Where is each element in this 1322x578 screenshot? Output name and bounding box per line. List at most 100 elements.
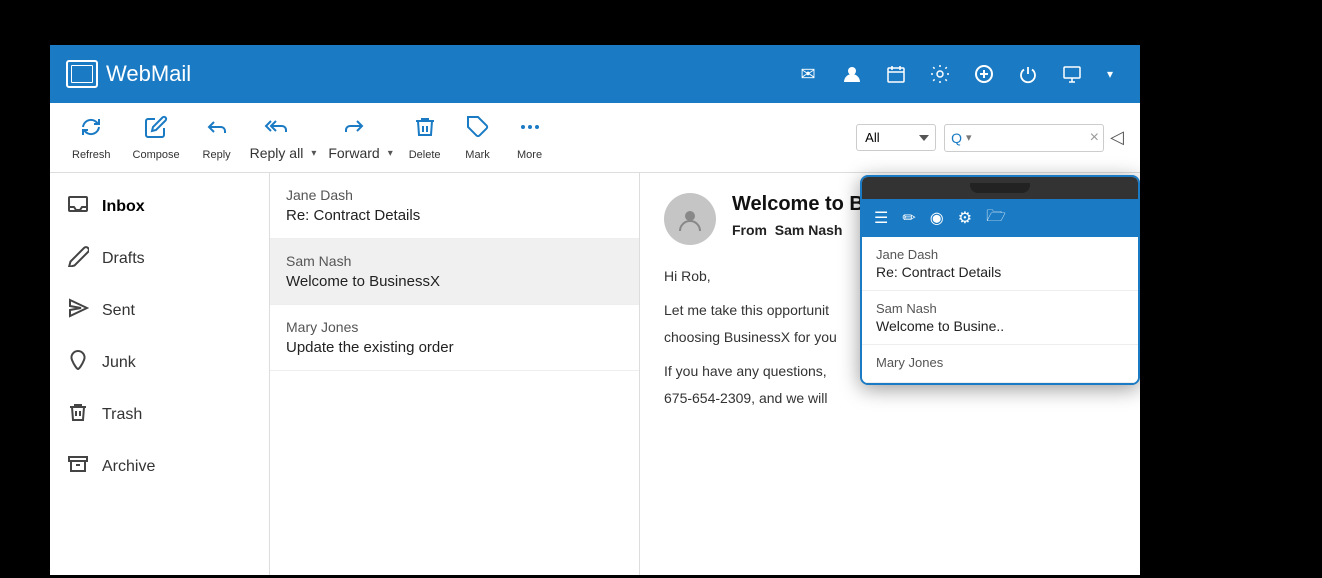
mobile-compose-icon[interactable]: ✏	[902, 208, 915, 228]
sidebar-drafts-label: Drafts	[102, 250, 145, 268]
mark-icon	[466, 115, 490, 145]
trash-icon	[66, 401, 90, 429]
device-notch	[970, 183, 1030, 193]
archive-icon	[66, 453, 90, 481]
mobile-sender-1: Jane Dash	[876, 247, 1124, 262]
mark-label: Mark	[465, 149, 489, 161]
mobile-menu-icon[interactable]: ☰	[874, 208, 888, 228]
email-item-1[interactable]: Jane Dash Re: Contract Details	[270, 173, 639, 239]
mobile-email-list: Jane Dash Re: Contract Details Sam Nash …	[862, 237, 1138, 383]
device-frame-top	[862, 177, 1138, 199]
mobile-email-item-1[interactable]: Jane Dash Re: Contract Details	[862, 237, 1138, 291]
mobile-overlay: ☰ ✏ ◉ ⚙ 🗁 Jane Dash Re: Contract Details…	[860, 175, 1140, 385]
forward-label: Forward	[328, 145, 379, 161]
mobile-view-icon[interactable]: ◉	[930, 208, 944, 228]
compose-button[interactable]: Compose	[123, 109, 190, 167]
refresh-icon	[79, 115, 103, 145]
mobile-email-item-2[interactable]: Sam Nash Welcome to Busine..	[862, 291, 1138, 345]
from-name: Sam Nash	[775, 222, 843, 238]
logo-icon	[66, 60, 98, 88]
from-label: From	[732, 222, 767, 238]
reply-all-label: Reply all	[250, 145, 304, 161]
app-title: WebMail	[106, 61, 191, 87]
forward-icon	[342, 114, 366, 141]
reply-button[interactable]: Reply	[192, 109, 242, 167]
sidebar-item-trash[interactable]: Trash	[50, 389, 269, 441]
nav-settings-btn[interactable]	[920, 54, 960, 94]
delete-label: Delete	[409, 149, 441, 161]
reply-all-arrow[interactable]: ▾	[309, 108, 320, 167]
more-button[interactable]: More	[505, 109, 555, 167]
toolbar-collapse-btn[interactable]: ◁	[1106, 123, 1128, 152]
refresh-label: Refresh	[72, 149, 111, 161]
forward-button[interactable]: Forward ▾	[322, 108, 396, 167]
delete-icon	[413, 115, 437, 145]
junk-icon	[66, 349, 90, 377]
sidebar-sent-label: Sent	[102, 302, 135, 320]
sidebar-item-drafts[interactable]: Drafts	[50, 233, 269, 285]
toolbar: Refresh Compose Reply Reply all ▾	[50, 103, 1140, 173]
nav-display-btn[interactable]	[1052, 54, 1092, 94]
sidebar-item-sent[interactable]: Sent	[50, 285, 269, 337]
refresh-button[interactable]: Refresh	[62, 109, 121, 167]
nav-mail-btn[interactable]: ✉	[788, 54, 828, 94]
compose-icon	[144, 115, 168, 145]
sidebar-item-archive[interactable]: Archive	[50, 441, 269, 493]
sidebar-junk-label: Junk	[102, 354, 136, 372]
search-icon[interactable]: Q	[951, 130, 962, 146]
reply-all-icon	[264, 114, 288, 141]
compose-label: Compose	[133, 149, 180, 161]
delete-button[interactable]: Delete	[399, 109, 451, 167]
top-nav: ✉ ▾	[788, 54, 1124, 94]
nav-dropdown-btn[interactable]: ▾	[1096, 54, 1124, 94]
email-item-2[interactable]: Sam Nash Welcome to BusinessX	[270, 239, 639, 305]
app-container: WebMail ✉ ▾	[50, 45, 1140, 575]
email-subject-3: Update the existing order	[286, 339, 623, 356]
nav-power-btn[interactable]	[1008, 54, 1048, 94]
reply-icon	[205, 115, 229, 145]
mobile-subject-2: Welcome to Busine..	[876, 318, 1124, 334]
email-item-3[interactable]: Mary Jones Update the existing order	[270, 305, 639, 371]
mobile-sender-3: Mary Jones	[876, 355, 1124, 370]
sidebar: Inbox Drafts Sent Junk	[50, 173, 270, 575]
email-subject-2: Welcome to BusinessX	[286, 273, 623, 290]
search-box: Q ▾ ×	[944, 124, 1104, 152]
more-label: More	[517, 149, 542, 161]
inbox-icon	[66, 193, 90, 221]
search-dropdown-icon[interactable]: ▾	[966, 131, 972, 144]
sidebar-trash-label: Trash	[102, 406, 142, 424]
avatar	[664, 193, 716, 245]
search-clear-button[interactable]: ×	[1090, 129, 1099, 147]
mobile-email-item-3[interactable]: Mary Jones	[862, 345, 1138, 383]
sent-icon	[66, 297, 90, 325]
sidebar-item-junk[interactable]: Junk	[50, 337, 269, 389]
reply-label: Reply	[203, 149, 231, 161]
sidebar-archive-label: Archive	[102, 458, 155, 476]
email-subject-1: Re: Contract Details	[286, 207, 623, 224]
mobile-subject-1: Re: Contract Details	[876, 264, 1124, 280]
drafts-icon	[66, 245, 90, 273]
mark-button[interactable]: Mark	[453, 109, 503, 167]
nav-contacts-btn[interactable]	[832, 54, 872, 94]
filter-select[interactable]: All Unread Flagged	[856, 124, 936, 151]
forward-arrow[interactable]: ▾	[386, 108, 397, 167]
email-sender-3: Mary Jones	[286, 319, 623, 335]
email-body-4: 675-654-2309, and we will	[664, 387, 1116, 409]
nav-calendar-btn[interactable]	[876, 54, 916, 94]
top-bar: WebMail ✉ ▾	[50, 45, 1140, 103]
more-icon	[518, 115, 542, 145]
nav-add-btn[interactable]	[964, 54, 1004, 94]
mobile-settings-icon[interactable]: ⚙	[958, 208, 972, 228]
search-input[interactable]	[976, 130, 1086, 145]
reply-all-button[interactable]: Reply all ▾	[244, 108, 321, 167]
sidebar-item-inbox[interactable]: Inbox	[50, 181, 269, 233]
mobile-folder-icon[interactable]: 🗁	[986, 205, 1006, 232]
forward-main[interactable]: Forward	[322, 108, 385, 167]
email-sender-1: Jane Dash	[286, 187, 623, 203]
search-area: All Unread Flagged Q ▾ ×	[856, 124, 1104, 152]
reply-all-main[interactable]: Reply all	[244, 108, 310, 167]
email-list: Jane Dash Re: Contract Details Sam Nash …	[270, 173, 640, 575]
mobile-sender-2: Sam Nash	[876, 301, 1124, 316]
email-sender-2: Sam Nash	[286, 253, 623, 269]
mobile-toolbar: ☰ ✏ ◉ ⚙ 🗁	[862, 199, 1138, 237]
